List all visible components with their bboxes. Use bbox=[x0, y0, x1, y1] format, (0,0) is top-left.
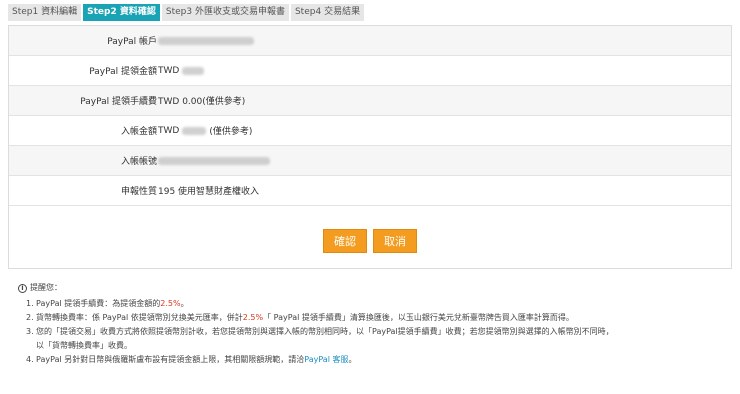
note-item-2: 2. 貨幣轉換費率：係 PayPal 依提領幣別兌換美元匯率，併計2.5%「 Pa… bbox=[26, 311, 733, 325]
deposit-note: (僅供參考) bbox=[209, 127, 253, 137]
note-text: 。 bbox=[348, 355, 357, 364]
note-text: 「 PayPal 提領手續費」清算換匯後，以玉山銀行美元兌新臺幣牌告買入匯率計算… bbox=[263, 313, 574, 322]
withdraw-fee-value: TWD 0.00(僅供參考) bbox=[158, 97, 246, 107]
note-number: 1. bbox=[26, 299, 34, 308]
redacted-text bbox=[182, 126, 207, 135]
step-2: Step2 資料確認 bbox=[83, 4, 160, 21]
note-item-4: 4. PayPal 另針對日幣與俄羅斯盧布設有提領金額上限，其相關限額規範，請洽P… bbox=[26, 353, 733, 367]
note-item-1: 1. PayPal 提領手續費：為提領金額的2.5%。 bbox=[26, 297, 733, 311]
note-text: 以「貨幣轉換費率」收費。 bbox=[36, 341, 132, 350]
note-number: 4. bbox=[26, 355, 34, 364]
note-text: 您的「提領交易」收費方式將依照提領幣別計收，若您提領幣別與選擇入帳的幣別相同時，… bbox=[36, 327, 614, 336]
note-number: 3. bbox=[26, 327, 34, 336]
step-1-num: Step1 bbox=[12, 7, 39, 17]
step-1: Step1 資料編輯 bbox=[8, 4, 82, 21]
note-text: 貨幣轉換費率：係 PayPal 依提領幣別兌換美元匯率，併計 bbox=[36, 313, 243, 322]
step-4-label: 交易結果 bbox=[324, 7, 361, 17]
reminder-notes: i 提醒您： 1. PayPal 提領手續費：為提領金額的2.5%。 2. 貨幣轉換… bbox=[18, 281, 733, 367]
row-deposit-account: 入帳帳號 bbox=[9, 146, 731, 176]
paypal-support-link[interactable]: PayPal 客服 bbox=[304, 355, 348, 364]
report-nature-label: 申報性質 bbox=[120, 187, 157, 197]
deposit-account-value bbox=[158, 156, 270, 165]
report-nature-value: 195 使用智慧財產權收入 bbox=[158, 187, 260, 197]
notes-title-text: 提醒您： bbox=[30, 283, 62, 292]
redacted-text bbox=[158, 156, 270, 165]
cancel-button[interactable]: 取消 bbox=[373, 229, 417, 253]
row-deposit-amount: 入帳金額 TWD (僅供參考) bbox=[9, 116, 731, 146]
withdraw-amount-value: TWD bbox=[158, 65, 205, 76]
info-icon: i bbox=[18, 283, 27, 293]
step-3: Step3 外匯收支或交易申報書 bbox=[161, 4, 289, 21]
paypal-account-value bbox=[158, 36, 254, 45]
row-withdraw-amount: PayPal 提領金額 TWD bbox=[9, 56, 731, 86]
step-3-num: Step3 bbox=[165, 7, 193, 17]
step-3-label: 外匯收支或交易申報書 bbox=[194, 7, 285, 17]
confirm-panel: PayPal 帳戶 PayPal 提領金額 TWD PayPal 提領手續費 T… bbox=[8, 25, 732, 269]
deposit-account-label: 入帳帳號 bbox=[120, 157, 157, 167]
step-tabs: Step1 資料編輯 Step2 資料確認 Step3 外匯收支或交易申報書 S… bbox=[8, 4, 365, 21]
note-number: 2. bbox=[26, 313, 34, 322]
deposit-amount-value: TWD (僅供參考) bbox=[158, 124, 253, 138]
step-4-num: Step4 bbox=[294, 7, 322, 17]
step-2-label: 資料確認 bbox=[119, 7, 156, 17]
paypal-account-label: PayPal 帳戶 bbox=[107, 37, 157, 47]
action-buttons: 確認 取消 bbox=[9, 229, 731, 253]
step-1-label: 資料編輯 bbox=[41, 7, 78, 17]
row-report-nature: 申報性質 195 使用智慧財產權收入 bbox=[9, 176, 731, 206]
note-rate: 2.5% bbox=[160, 299, 181, 308]
withdraw-currency: TWD bbox=[158, 65, 180, 76]
note-text: 。 bbox=[180, 299, 189, 308]
withdraw-fee-label: PayPal 提領手續費 bbox=[80, 97, 157, 107]
redacted-text bbox=[158, 36, 254, 45]
note-text: PayPal 另針對日幣與俄羅斯盧布設有提領金額上限，其相關限額規範，請洽 bbox=[36, 355, 305, 364]
note-rate: 2.5% bbox=[242, 313, 264, 322]
note-text: PayPal 提領手續費：為提領金額的 bbox=[36, 299, 161, 308]
row-paypal-account: PayPal 帳戶 bbox=[9, 26, 731, 56]
step-2-num: Step2 bbox=[87, 7, 117, 17]
deposit-amount-label: 入帳金額 bbox=[120, 127, 157, 137]
notes-title: i 提醒您： bbox=[18, 281, 733, 295]
withdraw-amount-label: PayPal 提領金額 bbox=[89, 67, 157, 77]
step-4: Step4 交易結果 bbox=[290, 4, 365, 21]
row-withdraw-fee: PayPal 提領手續費 TWD 0.00(僅供參考) bbox=[9, 86, 731, 116]
redacted-text bbox=[182, 66, 205, 75]
deposit-currency: TWD bbox=[158, 125, 180, 136]
note-item-3: 3. 您的「提領交易」收費方式將依照提領幣別計收，若您提領幣別與選擇入帳的幣別相同… bbox=[26, 325, 733, 353]
confirm-button[interactable]: 確認 bbox=[323, 229, 367, 253]
notes-list: 1. PayPal 提領手續費：為提領金額的2.5%。 2. 貨幣轉換費率：係 Pa… bbox=[18, 297, 733, 367]
